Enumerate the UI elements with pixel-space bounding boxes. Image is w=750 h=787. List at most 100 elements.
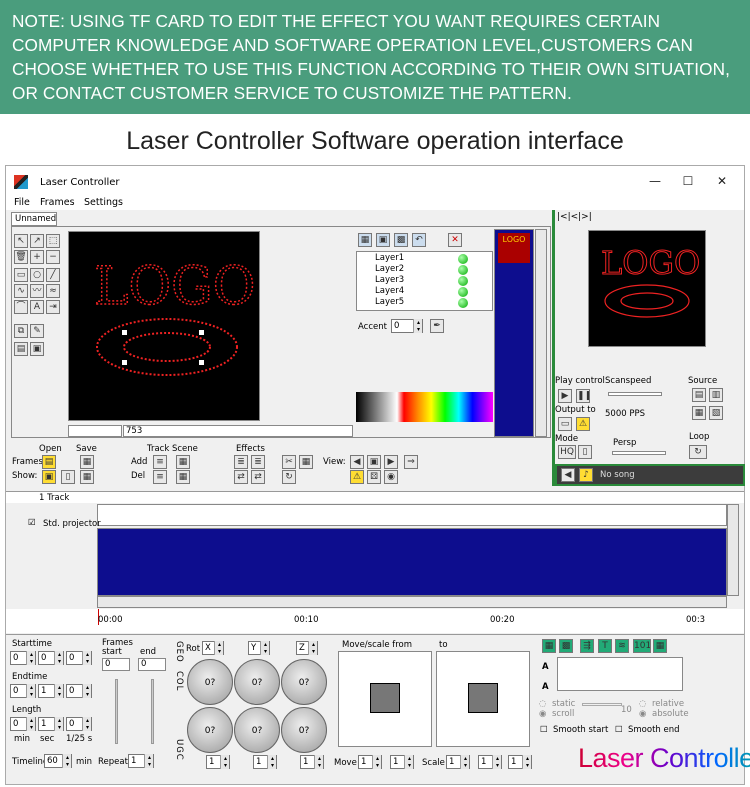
static-radio[interactable]: ◌ — [539, 699, 546, 709]
relative-radio[interactable]: ◌ — [639, 699, 646, 709]
rot-y-select[interactable]: Y — [248, 641, 270, 655]
song-bar[interactable]: ◀ ♪ No song — [555, 464, 745, 486]
effect-alt-icon[interactable]: ≣ — [251, 455, 265, 469]
del-scene-icon[interactable]: ▦ — [176, 470, 190, 484]
selection-handle[interactable] — [122, 360, 127, 365]
music-icon[interactable]: ♪ — [579, 468, 593, 482]
frame-strip-scrollbar[interactable] — [535, 229, 547, 437]
knob-z-input[interactable]: 1 — [300, 755, 324, 769]
layer-visible-icon[interactable] — [458, 254, 468, 264]
selection-handle[interactable] — [199, 330, 204, 335]
endtime-sec[interactable]: 1 — [38, 684, 64, 698]
effect-grid-alt-icon[interactable]: ▩ — [559, 639, 573, 653]
effect-wave-icon[interactable]: ≋ — [615, 639, 629, 653]
layer-item[interactable]: Layer2 — [375, 264, 404, 274]
scale-x-input[interactable]: 1 — [446, 755, 470, 769]
rotation-knob-x[interactable]: 0? — [187, 659, 233, 705]
page-icon[interactable]: ▤ — [14, 342, 28, 356]
layer-item[interactable]: Layer3 — [375, 275, 404, 285]
cd-icon[interactable]: ◉ — [384, 470, 398, 484]
new-show-icon[interactable]: ▯ — [61, 470, 75, 484]
ttf-font-icon[interactable]: A — [542, 662, 549, 672]
frames-end-input[interactable]: 0 — [138, 658, 166, 671]
effect-move-alt-icon[interactable]: ⇄ — [251, 470, 265, 484]
pen-icon[interactable]: ✎ — [30, 324, 44, 338]
ilda-font-icon[interactable]: A — [542, 682, 549, 692]
close-button[interactable]: ✕ — [708, 172, 736, 190]
binary-button[interactable]: 101 — [633, 639, 651, 653]
absolute-radio[interactable]: ◉ — [639, 709, 646, 719]
output-warning-icon[interactable]: ⚠ — [576, 417, 590, 431]
source-split-icon[interactable]: ▧ — [709, 406, 723, 420]
endtime-min[interactable]: 0 — [10, 684, 36, 698]
del-track-icon[interactable]: ≡ — [153, 470, 167, 484]
timeline-input[interactable]: 60 — [44, 754, 72, 768]
wave-icon[interactable]: 〰 — [30, 284, 44, 298]
folder-icon[interactable]: ▣ — [30, 342, 44, 356]
scroll-radio[interactable]: ◉ — [539, 709, 546, 719]
rect-select-icon[interactable]: ⬚ — [46, 234, 60, 248]
layer-item[interactable]: Layer1 — [375, 253, 404, 263]
loop-icon[interactable]: ↻ — [689, 445, 707, 459]
copy-shape-icon[interactable]: ⧉ — [14, 324, 28, 338]
preview-nav-icon[interactable]: |<|<|>| — [557, 212, 592, 222]
timeline-strip-top[interactable] — [97, 504, 727, 526]
open-frames-icon[interactable]: ▤ — [42, 455, 56, 469]
scanspeed-slider[interactable] — [608, 392, 662, 396]
minimize-button[interactable]: — — [641, 172, 669, 190]
smooth-start-checkbox[interactable]: ☐ — [540, 725, 548, 735]
hq-button[interactable]: HQ — [558, 445, 576, 459]
zoom-out-icon[interactable]: − — [46, 250, 60, 264]
open-show-icon[interactable]: ▣ — [42, 470, 56, 484]
mode-alt-icon[interactable]: ▯ — [578, 445, 592, 459]
selection-handle[interactable] — [122, 330, 127, 335]
layer-copy-icon[interactable]: ▩ — [394, 233, 408, 247]
persp-slider[interactable] — [612, 451, 666, 455]
rotation-knob-z[interactable]: 0? — [281, 659, 327, 705]
layer-item[interactable]: Layer4 — [375, 286, 404, 296]
repeat-input[interactable]: 1 — [128, 754, 154, 768]
frames-end-slider[interactable] — [151, 679, 154, 744]
point-select-icon[interactable]: ↗ — [30, 234, 44, 248]
rectangle-icon[interactable]: ▭ — [14, 268, 28, 282]
pause-icon[interactable]: ❚❚ — [576, 389, 590, 403]
layer-visible-icon[interactable] — [458, 276, 468, 286]
frames-start-input[interactable]: 0 — [102, 658, 130, 671]
refresh-icon[interactable]: ↻ — [282, 470, 296, 484]
view-next-icon[interactable]: ▶ — [384, 455, 398, 469]
layer-visible-icon[interactable] — [458, 265, 468, 275]
select-arrow-icon[interactable]: ↖ — [14, 234, 28, 248]
length-sec[interactable]: 1 — [38, 717, 64, 731]
rot-z-select[interactable]: Z — [296, 641, 318, 655]
arrow-to-icon[interactable]: ⇥ — [46, 300, 60, 314]
rotation-knob-y2[interactable]: 0? — [234, 707, 280, 753]
knob-x-input[interactable]: 1 — [206, 755, 230, 769]
accent-input[interactable]: 0 — [391, 319, 423, 333]
scale-z-input[interactable]: 1 — [508, 755, 532, 769]
projector-checkbox[interactable]: ☑ — [28, 518, 36, 528]
knob-y-input[interactable]: 1 — [253, 755, 277, 769]
smooth-end-checkbox[interactable]: ☐ — [615, 725, 623, 735]
add-scene-icon[interactable]: ▦ — [176, 455, 190, 469]
effect-scroll-icon[interactable]: ⇶ — [580, 639, 594, 653]
move-x-input[interactable]: 1 — [358, 755, 382, 769]
delete-layer-icon[interactable]: ✕ — [448, 233, 462, 247]
menu-file[interactable]: File — [14, 197, 30, 208]
source-grid-icon[interactable]: ▦ — [692, 406, 706, 420]
delete-icon[interactable]: 🗑 — [14, 250, 28, 264]
save-frames-icon[interactable]: ▦ — [80, 455, 94, 469]
effect-text-icon[interactable]: T — [598, 639, 612, 653]
layer-item[interactable]: Layer5 — [375, 297, 404, 307]
effect-icon[interactable]: ≣ — [234, 455, 248, 469]
effect-grid-icon[interactable]: ▦ — [542, 639, 556, 653]
length-min[interactable]: 0 — [10, 717, 36, 731]
layer-visible-icon[interactable] — [458, 298, 468, 308]
starttime-sec[interactable]: 0 — [38, 651, 64, 665]
endtime-frame[interactable]: 0 — [66, 684, 92, 698]
timeline-hscroll[interactable] — [97, 596, 727, 608]
frame-thumbnail[interactable]: LOGO — [498, 233, 530, 263]
color-palette[interactable] — [356, 392, 493, 422]
rot-x-select[interactable]: X — [202, 641, 224, 655]
selection-handle[interactable] — [199, 360, 204, 365]
zoom-in-icon[interactable]: + — [30, 250, 44, 264]
